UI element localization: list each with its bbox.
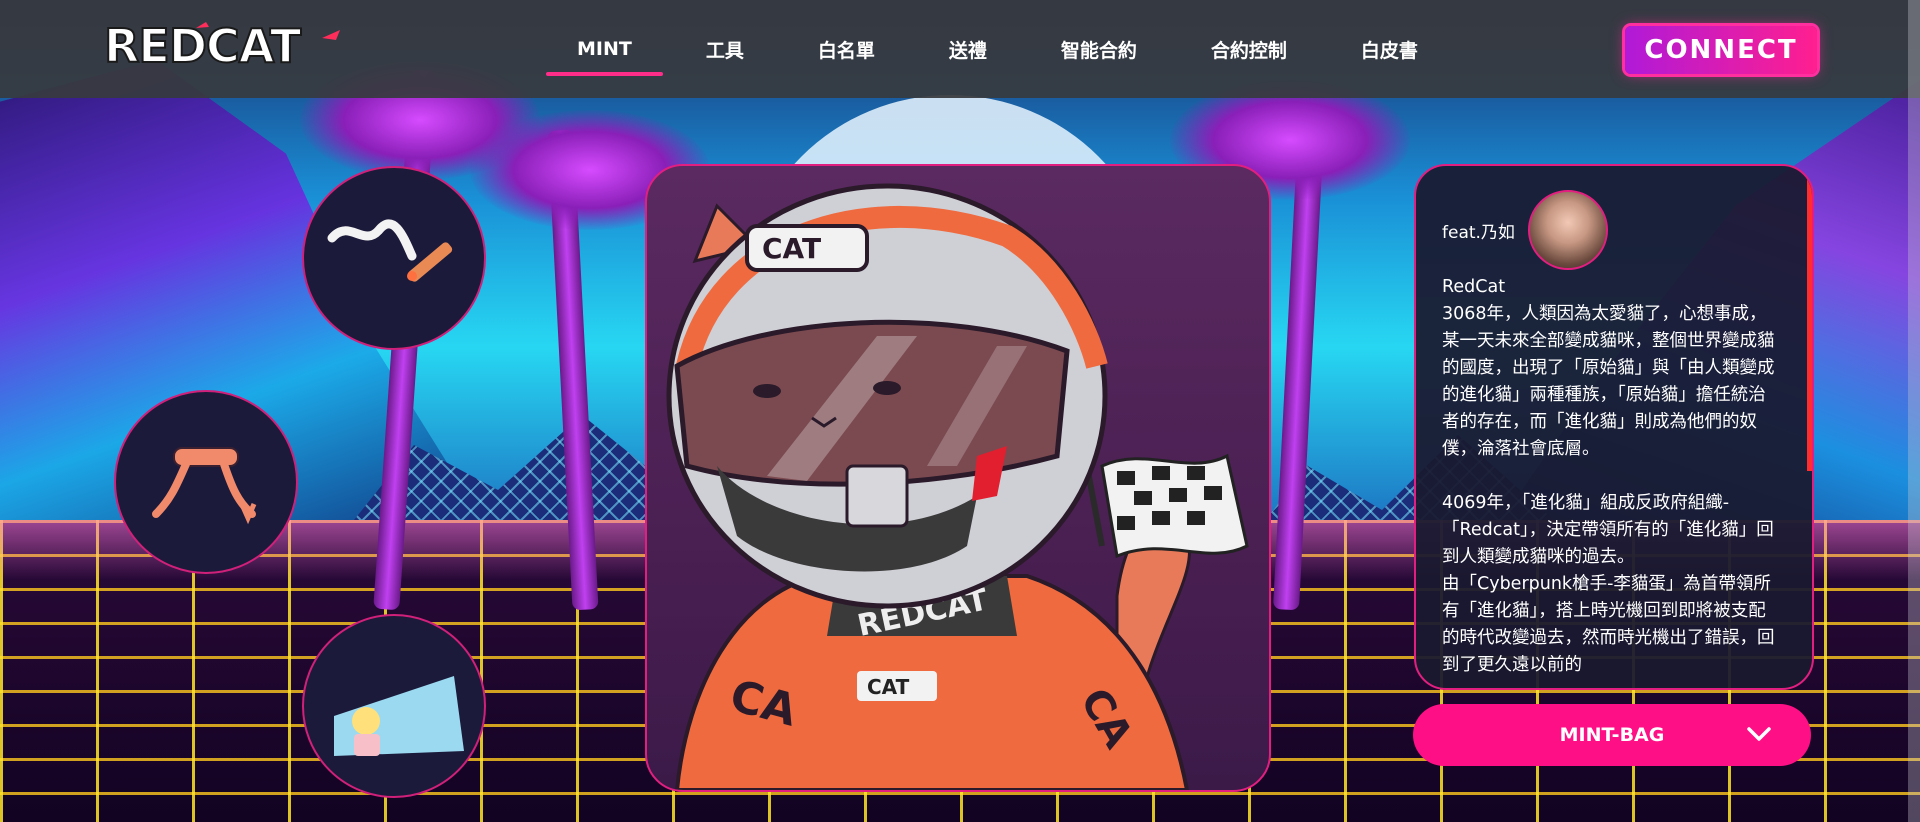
chest-label: CAT — [867, 675, 910, 699]
anime-card-icon — [334, 676, 464, 756]
logo-accent-mark — [322, 30, 340, 40]
connect-wallet-button[interactable]: CONNECT — [1625, 26, 1817, 74]
top-navigation-bar: REDCAT MINT 工具 白名單 送禮 智能合約 合約控制 白皮書 CONN… — [0, 0, 1920, 98]
story-panel[interactable]: feat.乃如 RedCat 3068年，人類因為太愛貓了，心想事成，某一天未來… — [1414, 164, 1814, 690]
artist-avatar — [1528, 190, 1608, 270]
trait-circle-anime-card[interactable] — [302, 614, 486, 798]
story-paragraph: 4069年，「進化貓」組成反政府組織-「Redcat」，決定帶領所有的「進化貓」… — [1442, 493, 1774, 567]
redcat-logo[interactable]: REDCAT — [100, 14, 345, 76]
main-nav: MINT 工具 白名單 送禮 智能合約 合約控制 白皮書 — [540, 0, 1455, 98]
mint-bag-label: MINT-BAG — [1559, 724, 1665, 746]
trait-circle-cigarette[interactable] — [302, 166, 486, 350]
racer-cat-illustration: REDCAT CAT CA CA CAT — [666, 183, 1249, 790]
mint-bag-dropdown[interactable]: MINT-BAG — [1413, 704, 1811, 766]
feat-credit: feat.乃如 — [1442, 223, 1515, 243]
nav-item-tools[interactable]: 工具 — [669, 36, 781, 63]
page-scrollbar[interactable] — [1908, 0, 1920, 822]
story-text: RedCat 3068年，人類因為太愛貓了，心想事成，某一天未來全部變成貓咪，整… — [1442, 274, 1782, 679]
nft-artwork-card[interactable]: REDCAT CAT CA CA CAT — [645, 164, 1271, 792]
story-title: RedCat — [1442, 277, 1506, 297]
story-paragraph: 3068年，人類因為太愛貓了，心想事成，某一天未來全部變成貓咪，整個世界變成貓的… — [1442, 304, 1775, 459]
helmet-label: CAT — [762, 232, 821, 265]
chevron-down-icon — [1747, 727, 1771, 741]
story-scrollbar[interactable] — [1807, 166, 1812, 471]
nav-item-gift[interactable]: 送禮 — [912, 36, 1024, 63]
story-paragraph: 由「Cyberpunk槍手-李貓蛋」為首帶領所有「進化貓」，搭上時光機回到即將被… — [1442, 574, 1775, 675]
nav-item-contract-control[interactable]: 合約控制 — [1174, 36, 1324, 63]
hair-tie-icon — [152, 447, 257, 525]
cigarette-icon — [327, 219, 453, 282]
nav-item-whitepaper[interactable]: 白皮書 — [1324, 36, 1455, 63]
nav-item-smart-contract[interactable]: 智能合約 — [1024, 36, 1174, 63]
trait-circle-hair-tie[interactable] — [114, 390, 298, 574]
nav-item-whitelist[interactable]: 白名單 — [781, 36, 912, 63]
nav-item-mint[interactable]: MINT — [540, 38, 669, 76]
